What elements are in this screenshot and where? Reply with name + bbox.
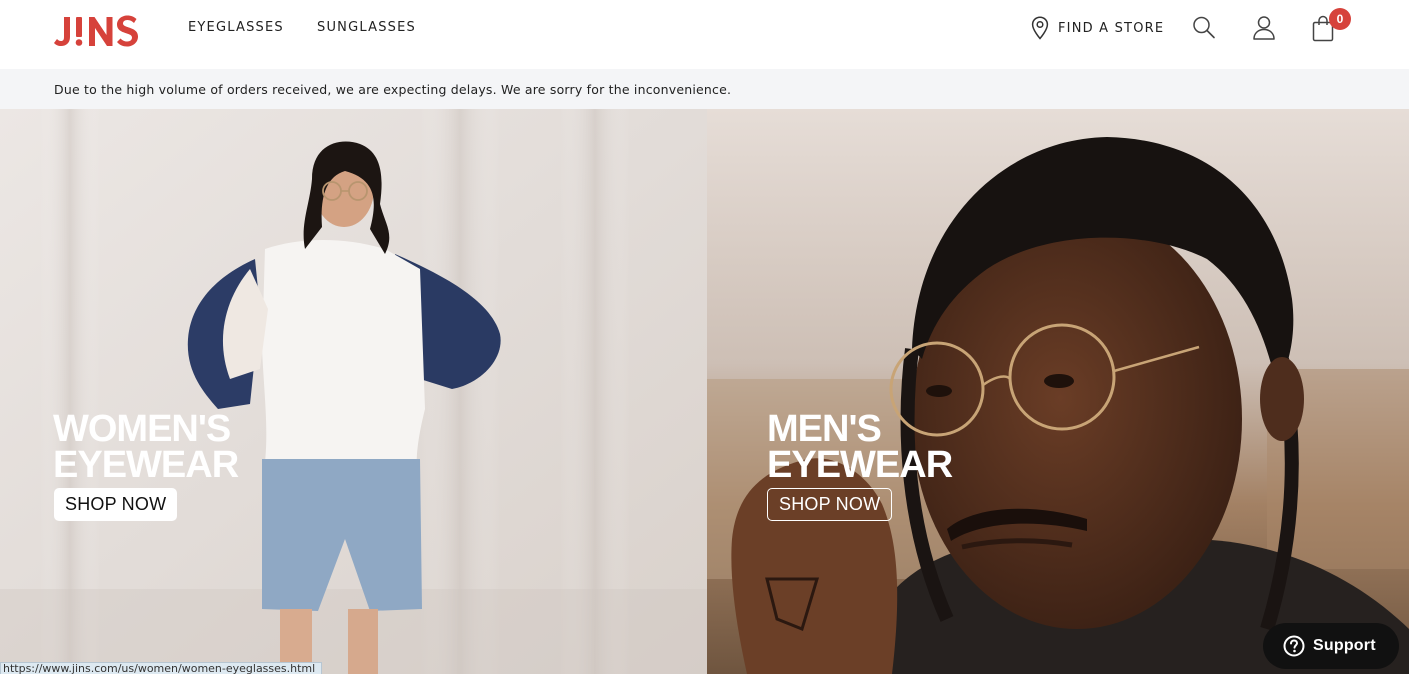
men-hero-panel[interactable]: MEN'S EYEWEAR SHOP NOW <box>707 109 1409 674</box>
men-hero-image <box>707 109 1409 674</box>
search-icon <box>1193 16 1215 39</box>
status-bar-url: https://www.jins.com/us/women/women-eyeg… <box>0 662 323 674</box>
cart-count-badge: 0 <box>1329 8 1351 30</box>
notice-text: Due to the high volume of orders receive… <box>54 82 732 97</box>
men-shop-now-button[interactable]: SHOP NOW <box>767 488 893 521</box>
men-eyewear-title: MEN'S EYEWEAR <box>767 408 953 486</box>
search-button[interactable] <box>1191 14 1217 42</box>
women-eyewear-title: WOMEN'S EYEWEAR <box>53 408 239 486</box>
support-button[interactable]: Support <box>1263 623 1399 669</box>
jins-logo[interactable] <box>54 13 146 49</box>
women-title-line1: WOMEN'S <box>53 408 231 450</box>
women-shop-now-button[interactable]: SHOP NOW <box>54 488 178 521</box>
notice-banner: Due to the high volume of orders receive… <box>0 69 1409 109</box>
women-title-line2: EYEWEAR <box>53 444 239 486</box>
site-header: EYEGLASSES SUNGLASSES FIND A STORE 0 <box>0 0 1409 69</box>
account-button[interactable] <box>1251 14 1277 42</box>
cart-button[interactable]: 0 <box>1311 8 1351 42</box>
location-pin-icon <box>1031 16 1049 40</box>
nav-sunglasses[interactable]: SUNGLASSES <box>317 20 416 35</box>
help-circle-icon <box>1283 635 1305 657</box>
support-label: Support <box>1313 637 1376 654</box>
men-title-line2: EYEWEAR <box>767 444 953 486</box>
user-icon <box>1253 16 1275 40</box>
find-store-label: FIND A STORE <box>1058 20 1165 36</box>
find-store-link[interactable]: FIND A STORE <box>1031 16 1164 40</box>
men-title-line1: MEN'S <box>767 408 882 450</box>
nav-eyeglasses[interactable]: EYEGLASSES <box>188 20 284 35</box>
women-hero-panel[interactable]: WOMEN'S EYEWEAR SHOP NOW <box>0 109 707 674</box>
women-hero-image <box>0 109 707 674</box>
